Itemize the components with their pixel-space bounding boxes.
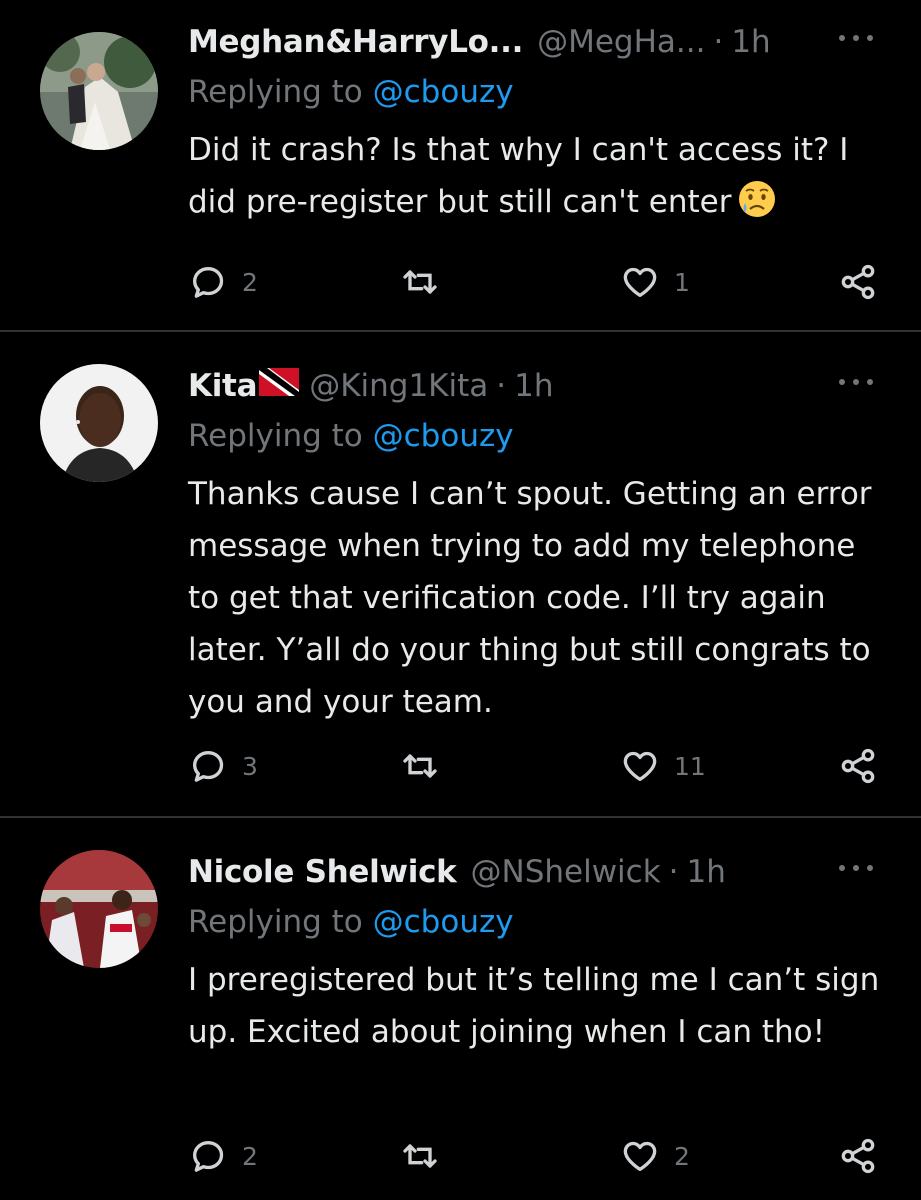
share-icon [841,264,875,300]
reply-text: Did it crash? Is that why I can't access… [188,124,888,235]
replying-to: Replying to @cbouzy [188,74,514,110]
avatar-image [40,32,158,150]
reply-icon [193,1141,224,1172]
heart-icon [623,1141,657,1171]
mention-link[interactable]: @cbouzy [373,904,514,940]
replying-to: Replying to @cbouzy [188,904,514,940]
display-name[interactable]: Meghan&HarryLo... [188,24,523,60]
share-icon [841,1138,875,1174]
retweet-icon [403,1144,437,1168]
avatar-image [40,850,158,968]
more-options-icon[interactable] [839,858,873,878]
reply-count: 2 [242,1141,258,1171]
retweet-button[interactable] [400,1134,454,1178]
action-bar: 2 2 [188,1134,880,1178]
more-options-icon[interactable] [839,372,873,392]
timestamp[interactable]: 1h [514,368,553,404]
like-button[interactable]: 1 [620,260,690,304]
crying-face-emoji [737,179,777,235]
divider [0,816,921,818]
separator-dot: · [668,854,679,890]
share-button[interactable] [838,744,878,788]
reply-item[interactable]: Kita @King1Kita · 1h Replying to @cbouzy… [0,364,921,814]
replying-to-label: Replying to [188,74,373,110]
heart-icon [623,267,657,297]
separator-dot: · [713,24,724,60]
like-button[interactable]: 2 [620,1134,690,1178]
display-name[interactable]: Nicole Shelwick [188,854,457,890]
reply-header: Meghan&HarryLo... @MegHa... · 1h [188,20,771,64]
reply-count: 3 [242,751,258,781]
retweet-icon [403,270,437,294]
reply-button[interactable]: 2 [188,1134,258,1178]
reply-header: Nicole Shelwick @NShelwick · 1h [188,850,726,894]
retweet-icon [403,754,437,778]
trinidad-and-tobago-flag-icon [259,368,300,404]
reply-text-content: Thanks cause I can’t spout. Getting an e… [188,476,872,720]
reply-header: Kita @King1Kita · 1h [188,364,554,408]
like-count: 1 [674,267,690,297]
reply-text: Thanks cause I can’t spout. Getting an e… [188,468,888,728]
reply-text: I preregistered but it’s telling me I ca… [188,954,888,1058]
reply-text-content: I preregistered but it’s telling me I ca… [188,962,880,1050]
reply-icon [193,267,224,298]
like-count: 11 [674,751,706,781]
replying-to-label: Replying to [188,418,373,454]
share-button[interactable] [838,260,878,304]
reply-count: 2 [242,267,258,297]
avatar[interactable] [40,850,158,968]
replying-to-label: Replying to [188,904,373,940]
more-options-icon[interactable] [839,28,873,48]
username-handle[interactable]: @MegHa... [537,24,705,60]
like-count: 2 [674,1141,690,1171]
share-icon [841,748,875,784]
replying-to: Replying to @cbouzy [188,418,514,454]
reply-button[interactable]: 2 [188,260,258,304]
reply-item[interactable]: Nicole Shelwick @NShelwick · 1h Replying… [0,850,921,1200]
reply-item[interactable]: Meghan&HarryLo... @MegHa... · 1h Replyin… [0,20,921,330]
divider [0,330,921,332]
timestamp[interactable]: 1h [731,24,770,60]
reply-icon [193,751,224,782]
username-handle[interactable]: @NShelwick [471,854,661,890]
share-button[interactable] [838,1134,878,1178]
heart-icon [623,751,657,781]
avatar[interactable] [40,32,158,150]
like-button[interactable]: 11 [620,744,706,788]
separator-dot: · [496,368,507,404]
display-name[interactable]: Kita [188,368,257,404]
mention-link[interactable]: @cbouzy [373,418,514,454]
retweet-button[interactable] [400,260,454,304]
reply-button[interactable]: 3 [188,744,258,788]
retweet-button[interactable] [400,744,454,788]
action-bar: 3 11 [188,744,880,788]
action-bar: 2 1 [188,260,880,304]
avatar[interactable] [40,364,158,482]
timestamp[interactable]: 1h [687,854,726,890]
avatar-image [40,364,158,482]
mention-link[interactable]: @cbouzy [373,74,514,110]
username-handle[interactable]: @King1Kita [309,368,488,404]
